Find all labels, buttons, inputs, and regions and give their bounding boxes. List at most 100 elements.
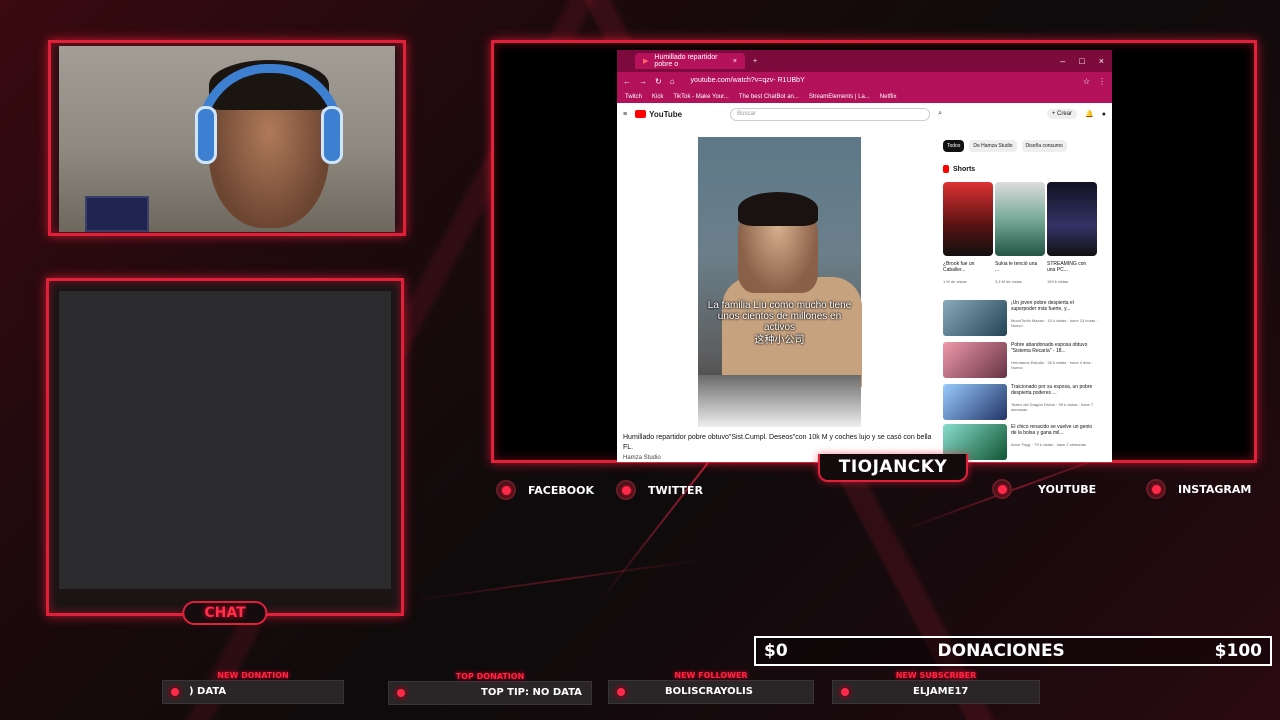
wall-poster [85,196,149,232]
donation-icon [167,684,183,700]
alert-value: BOLISCRAYOLIS [665,686,753,697]
bookmark-twitch[interactable]: Twitch [625,94,642,100]
video-desk [698,375,861,427]
bookmark-tiktok[interactable]: TikTok - Make Your... [673,94,728,100]
chip-all[interactable]: Todos [943,140,965,152]
close-tab-icon[interactable]: × [733,58,737,65]
webcam-feed [59,46,395,232]
bookmark-kick[interactable]: Kick [652,94,663,100]
address-bar-row: ← → ↻ ⌂ youtube.com/watch?v=qzv- R1UBbY … [617,72,1112,90]
recommended-meta: Amor Fagy · 79 k vistas · hace 2 semanas [1011,442,1086,447]
decorative-streak [409,558,708,602]
maximize-icon[interactable]: □ [1079,56,1084,66]
shorts-icon [943,165,949,173]
donation-current: $0 [764,641,788,661]
short-title[interactable]: ¿Brook fue un Caballer... [943,261,987,273]
social-label: TWITTER [648,483,703,497]
alert-new-donation: NEW DONATION ) DATA [162,671,344,704]
back-icon[interactable]: ← [623,77,631,86]
youtube-logo-text: YouTube [649,109,683,119]
star-icon[interactable]: ☆ [1083,77,1090,86]
social-youtube[interactable]: YOUTUBE [992,479,1096,499]
heart-icon [613,684,629,700]
short-thumbnail[interactable] [995,182,1045,256]
recommended-title: ¡Un joven pobre despierta el superpoder … [1011,300,1074,312]
chat-area[interactable] [59,291,391,589]
recommended-title: El chico renacido se vuelve un genio de … [1011,424,1093,436]
social-instagram[interactable]: INSTAGRAM [1146,479,1251,499]
bookmarks-bar: Twitch Kick TikTok - Make Your... The be… [617,90,1112,103]
alert-new-subscriber: NEW SUBSCRIBER ELJAME17 [832,671,1040,704]
create-button[interactable]: + Crear [1046,109,1078,119]
recommended-video[interactable]: Traicionado por su esposa, un pobre desp… [943,384,1103,420]
menu-dots-icon[interactable]: ⋮ [1098,77,1106,86]
youtube-logo[interactable]: YouTube [635,110,682,119]
donation-goal-bar: $0 DONACIONES $100 [754,636,1272,666]
recommended-meta: Teatro del Dragón Divino · 99 k vistas ·… [1011,402,1094,412]
bell-icon[interactable]: 🔔 [1085,110,1094,118]
shorts-header-label: Shorts [953,165,976,173]
alert-label: NEW SUBSCRIBER [895,671,977,680]
bookmark-streamelements[interactable]: StreamElements | La... [809,94,870,100]
alert-value: ) DATA [189,686,227,697]
chat-label: CHAT [182,601,268,625]
instagram-icon [1146,479,1166,499]
recommended-video[interactable]: Pobre abandonado esposa obtuvo "Sistema … [943,342,1103,378]
video-subtitle: La familia Liu como mucho tiene unos cie… [698,300,861,346]
short-thumbnail[interactable] [943,182,993,256]
tab-bar: ▶ Humillado repartidor pobre o × + – □ × [617,50,1112,72]
video-person-hair [738,192,818,226]
alert-top-donation: TOP DONATION TOP TIP: NO DATA [388,672,592,705]
channel-name[interactable]: Hamza Studio [623,455,661,461]
bookmark-netflix[interactable]: Netflix [880,94,897,100]
social-facebook[interactable]: FACEBOOK [496,480,594,500]
subtitle-spanish: La familia Liu como mucho tiene unos cie… [707,300,852,333]
alert-new-follower: NEW FOLLOWER BOLISCRAYOLIS [608,671,814,704]
social-label: INSTAGRAM [1178,482,1252,496]
short-title[interactable]: STREAMING con una PC... [1047,261,1091,273]
recommended-meta: Hermanos Estudio · 26 k vistas · hace 4 … [1011,360,1094,370]
chip-channel[interactable]: De Hamza Studio [969,140,1017,152]
short-title[interactable]: Sukia le tenció una ... [995,261,1039,273]
chip-related[interactable]: Diseña consumo [1021,140,1067,152]
youtube-header: ≡ YouTube Buscar ⌕ + Crear 🔔 ● [617,103,1112,125]
search-icon[interactable]: ⌕ [938,110,942,118]
hamburger-icon[interactable]: ≡ [623,111,627,118]
close-icon[interactable]: × [1099,56,1104,66]
search-input[interactable]: Buscar [730,107,931,121]
social-label: YOUTUBE [1038,482,1097,496]
youtube-icon [992,479,1012,499]
chat-panel: CHAT [46,278,404,625]
recommended-video[interactable]: ¡Un joven pobre despierta el superpoder … [943,300,1103,336]
twitter-icon [616,480,636,500]
alert-value: ELJAME17 [913,686,969,697]
video-thumbnail [943,300,1007,336]
alert-label: TOP DONATION [455,672,525,681]
window-controls: – □ × [1060,56,1112,66]
short-views: 1 M de vistas [943,279,967,284]
youtube-tab-icon: ▶ [643,58,649,65]
video-player[interactable]: La familia Liu como mucho tiene unos cie… [698,137,862,427]
webcam-frame [48,40,406,236]
home-icon[interactable]: ⌂ [670,77,675,86]
avatar[interactable]: ● [1102,111,1106,118]
facebook-icon [496,480,516,500]
top-donation-icon [393,685,409,701]
screen-capture-frame: ▶ Humillado repartidor pobre o × + – □ ×… [491,40,1257,463]
youtube-play-icon [635,110,647,118]
donation-target: $100 [1214,641,1262,661]
minimize-icon[interactable]: – [1060,56,1065,66]
reload-icon[interactable]: ↻ [655,77,662,86]
streamer-nameplate: TIOJANCKY [818,454,968,482]
bookmark-chatbot[interactable]: The best ChatBot an... [739,94,799,100]
new-tab-icon[interactable]: + [753,58,757,65]
url-field[interactable]: youtube.com/watch?v=qzv- R1UBbY [683,74,1075,88]
video-title: Humillado repartidor pobre obtuvo"Sist.C… [623,434,932,451]
short-thumbnail[interactable] [1047,182,1097,256]
social-twitter[interactable]: TWITTER [616,480,703,500]
alert-value: TOP TIP: NO DATA [481,687,582,698]
tab-title: Humillado repartidor pobre o [654,54,718,68]
browser-tab[interactable]: ▶ Humillado repartidor pobre o × [635,53,745,69]
subtitle-chinese: 这种小公司 [754,335,805,346]
forward-icon[interactable]: → [639,77,647,86]
